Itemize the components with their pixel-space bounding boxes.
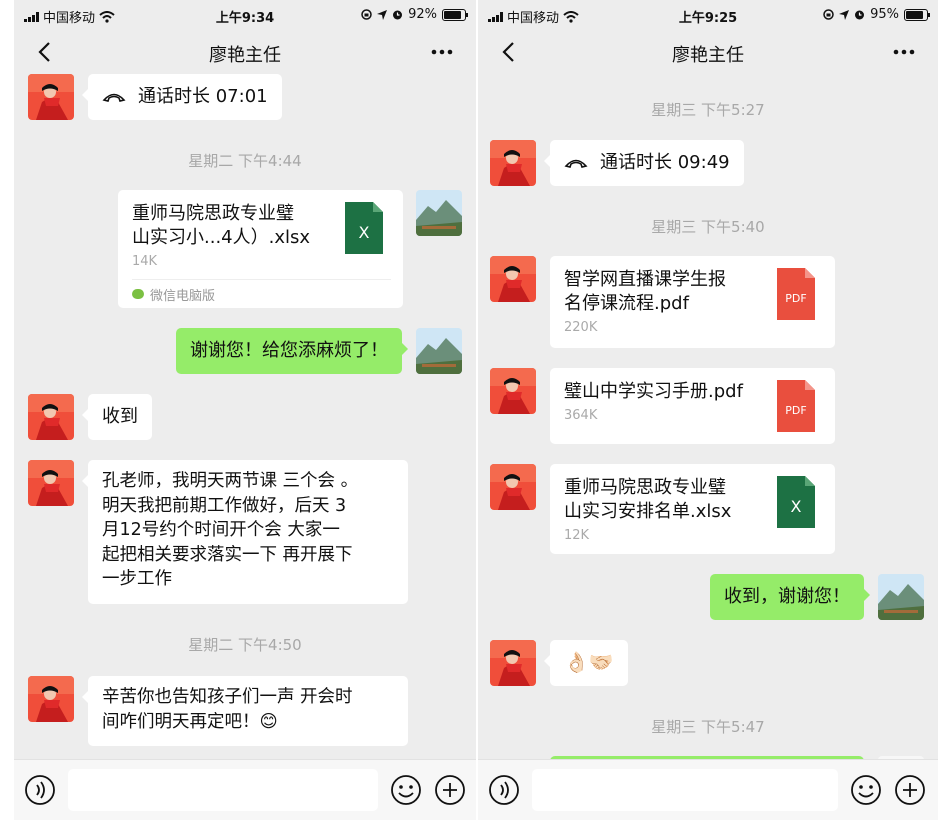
call-duration: 通话时长 07:01	[138, 86, 268, 107]
chat-screen-left: 中国移动 上午9:34 92% 廖艳主任 通话时长 07:01 星期二 下午4:…	[14, 0, 476, 820]
alarm-icon	[393, 10, 403, 20]
call-bubble[interactable]: 通话时长 07:01	[82, 74, 282, 120]
file-name: 璧山中学实习手册.pdf	[564, 381, 743, 402]
battery-percent: 92%	[408, 7, 437, 22]
message-input[interactable]	[68, 769, 378, 811]
voice-icon[interactable]	[488, 774, 520, 806]
file-size: 14K	[132, 254, 158, 269]
input-toolbar	[14, 759, 476, 820]
emoji-icon[interactable]	[390, 774, 422, 806]
file-bubble[interactable]: 重师马院思政专业璧 山实习安排名单.xlsx 12K	[550, 464, 835, 554]
voice-icon[interactable]	[24, 774, 56, 806]
message-line: 间咋们明天再定吧！	[102, 712, 260, 732]
message-list[interactable]: 星期三 下午5:27 通话时长 09:49 星期三 下午5:40 智学网直播课学…	[478, 74, 938, 760]
location-icon	[377, 9, 388, 20]
message-line: 辛苦你也告知孩子们一声 开会时	[102, 687, 353, 707]
more-icon[interactable]	[892, 40, 916, 64]
excel-file-icon	[345, 202, 383, 254]
smile-emoji: 😊	[259, 712, 278, 732]
timestamp: 星期三 下午5:47	[651, 718, 765, 736]
file-size: 364K	[564, 408, 598, 423]
status-right: 95%	[823, 7, 930, 22]
more-icon[interactable]	[430, 40, 454, 64]
battery-icon	[442, 8, 468, 21]
outgoing-message[interactable]: 谢谢您！给您添麻烦了！	[176, 328, 408, 374]
input-toolbar	[478, 759, 938, 820]
outgoing-message[interactable]: 收到，谢谢您！	[710, 574, 870, 620]
my-avatar[interactable]	[416, 328, 462, 374]
status-right: 92%	[361, 7, 468, 22]
file-bubble[interactable]: 重师马院思政专业璧 山实习小...4人）.xlsx 14K 微信电脑版	[118, 190, 403, 308]
contact-avatar[interactable]	[490, 640, 536, 686]
file-name: 智学网直播课学生报 名停课流程.pdf	[564, 269, 726, 314]
chat-title: 廖艳主任	[672, 45, 744, 66]
file-source: 微信电脑版	[132, 279, 391, 308]
contact-avatar[interactable]	[490, 256, 536, 302]
pdf-file-icon	[777, 268, 815, 320]
message-line: 月12号约个时间开个会 大家一	[102, 520, 340, 540]
message-line: 一步工作	[102, 569, 172, 589]
contact-avatar[interactable]	[28, 394, 74, 440]
contact-avatar[interactable]	[28, 676, 74, 722]
file-size: 220K	[564, 320, 598, 335]
chat-screen-right: 中国移动 上午9:25 95% 廖艳主任 星期三 下午5:27 通话时长 09:…	[478, 0, 938, 820]
battery-icon	[904, 8, 930, 21]
chat-title: 廖艳主任	[209, 45, 281, 66]
alarm-icon	[855, 10, 865, 20]
contact-avatar[interactable]	[490, 464, 536, 510]
incoming-message[interactable]: 收到	[82, 394, 152, 440]
plus-icon[interactable]	[894, 774, 926, 806]
file-size: 12K	[564, 528, 590, 543]
contact-avatar[interactable]	[490, 368, 536, 414]
battery-percent: 95%	[870, 7, 899, 22]
incoming-message[interactable]: 孔老师，我明天两节课 三个会 。 明天我把前期工作做好，后天 3 月12号约个时…	[82, 460, 408, 604]
call-duration: 通话时长 09:49	[600, 152, 730, 173]
phone-hangup-icon	[102, 93, 126, 102]
excel-file-icon	[777, 476, 815, 528]
timestamp: 星期三 下午5:40	[651, 218, 765, 236]
message-list[interactable]: 通话时长 07:01 星期二 下午4:44 重师马院思政专业璧 山实习小...4…	[14, 74, 476, 760]
lock-rotation-icon	[823, 9, 834, 20]
phone-hangup-icon	[564, 159, 588, 168]
timestamp: 星期三 下午5:27	[651, 101, 765, 119]
contact-avatar[interactable]	[28, 74, 74, 120]
incoming-message[interactable]: 辛苦你也告知孩子们一声 开会时 间咋们明天再定吧！😊	[82, 676, 408, 746]
file-bubble[interactable]: 智学网直播课学生报 名停课流程.pdf 220K	[550, 256, 835, 348]
message-line: 明天我把前期工作做好，后天 3	[102, 495, 347, 516]
message-line: 起把相关要求落实一下 再开展下	[102, 544, 353, 565]
my-avatar[interactable]	[416, 190, 462, 236]
wechat-pc-icon	[132, 289, 144, 299]
call-bubble[interactable]: 通话时长 09:49	[544, 140, 744, 186]
location-icon	[839, 9, 850, 20]
emoji-message[interactable]: 👌🏻🤝🏻	[544, 640, 628, 686]
my-avatar[interactable]	[878, 574, 924, 620]
status-bar: 中国移动 上午9:25 95%	[478, 0, 938, 30]
timestamp: 星期二 下午4:50	[188, 636, 302, 654]
lock-rotation-icon	[361, 9, 372, 20]
nav-bar: 廖艳主任	[478, 30, 938, 74]
file-bubble[interactable]: 璧山中学实习手册.pdf 364K	[550, 368, 835, 444]
emoji-icon[interactable]	[850, 774, 882, 806]
file-name: 重师马院思政专业璧 山实习安排名单.xlsx	[564, 477, 732, 522]
contact-avatar[interactable]	[28, 460, 74, 506]
plus-icon[interactable]	[434, 774, 466, 806]
status-bar: 中国移动 上午9:34 92%	[14, 0, 476, 30]
timestamp: 星期二 下午4:44	[188, 152, 302, 170]
message-input[interactable]	[532, 769, 838, 811]
nav-bar: 廖艳主任	[14, 30, 476, 74]
file-name: 重师马院思政专业璧 山实习小...4人）.xlsx	[132, 203, 311, 248]
message-line: 孔老师，我明天两节课 三个会 。	[102, 471, 359, 491]
contact-avatar[interactable]	[490, 140, 536, 186]
pdf-file-icon	[777, 380, 815, 432]
